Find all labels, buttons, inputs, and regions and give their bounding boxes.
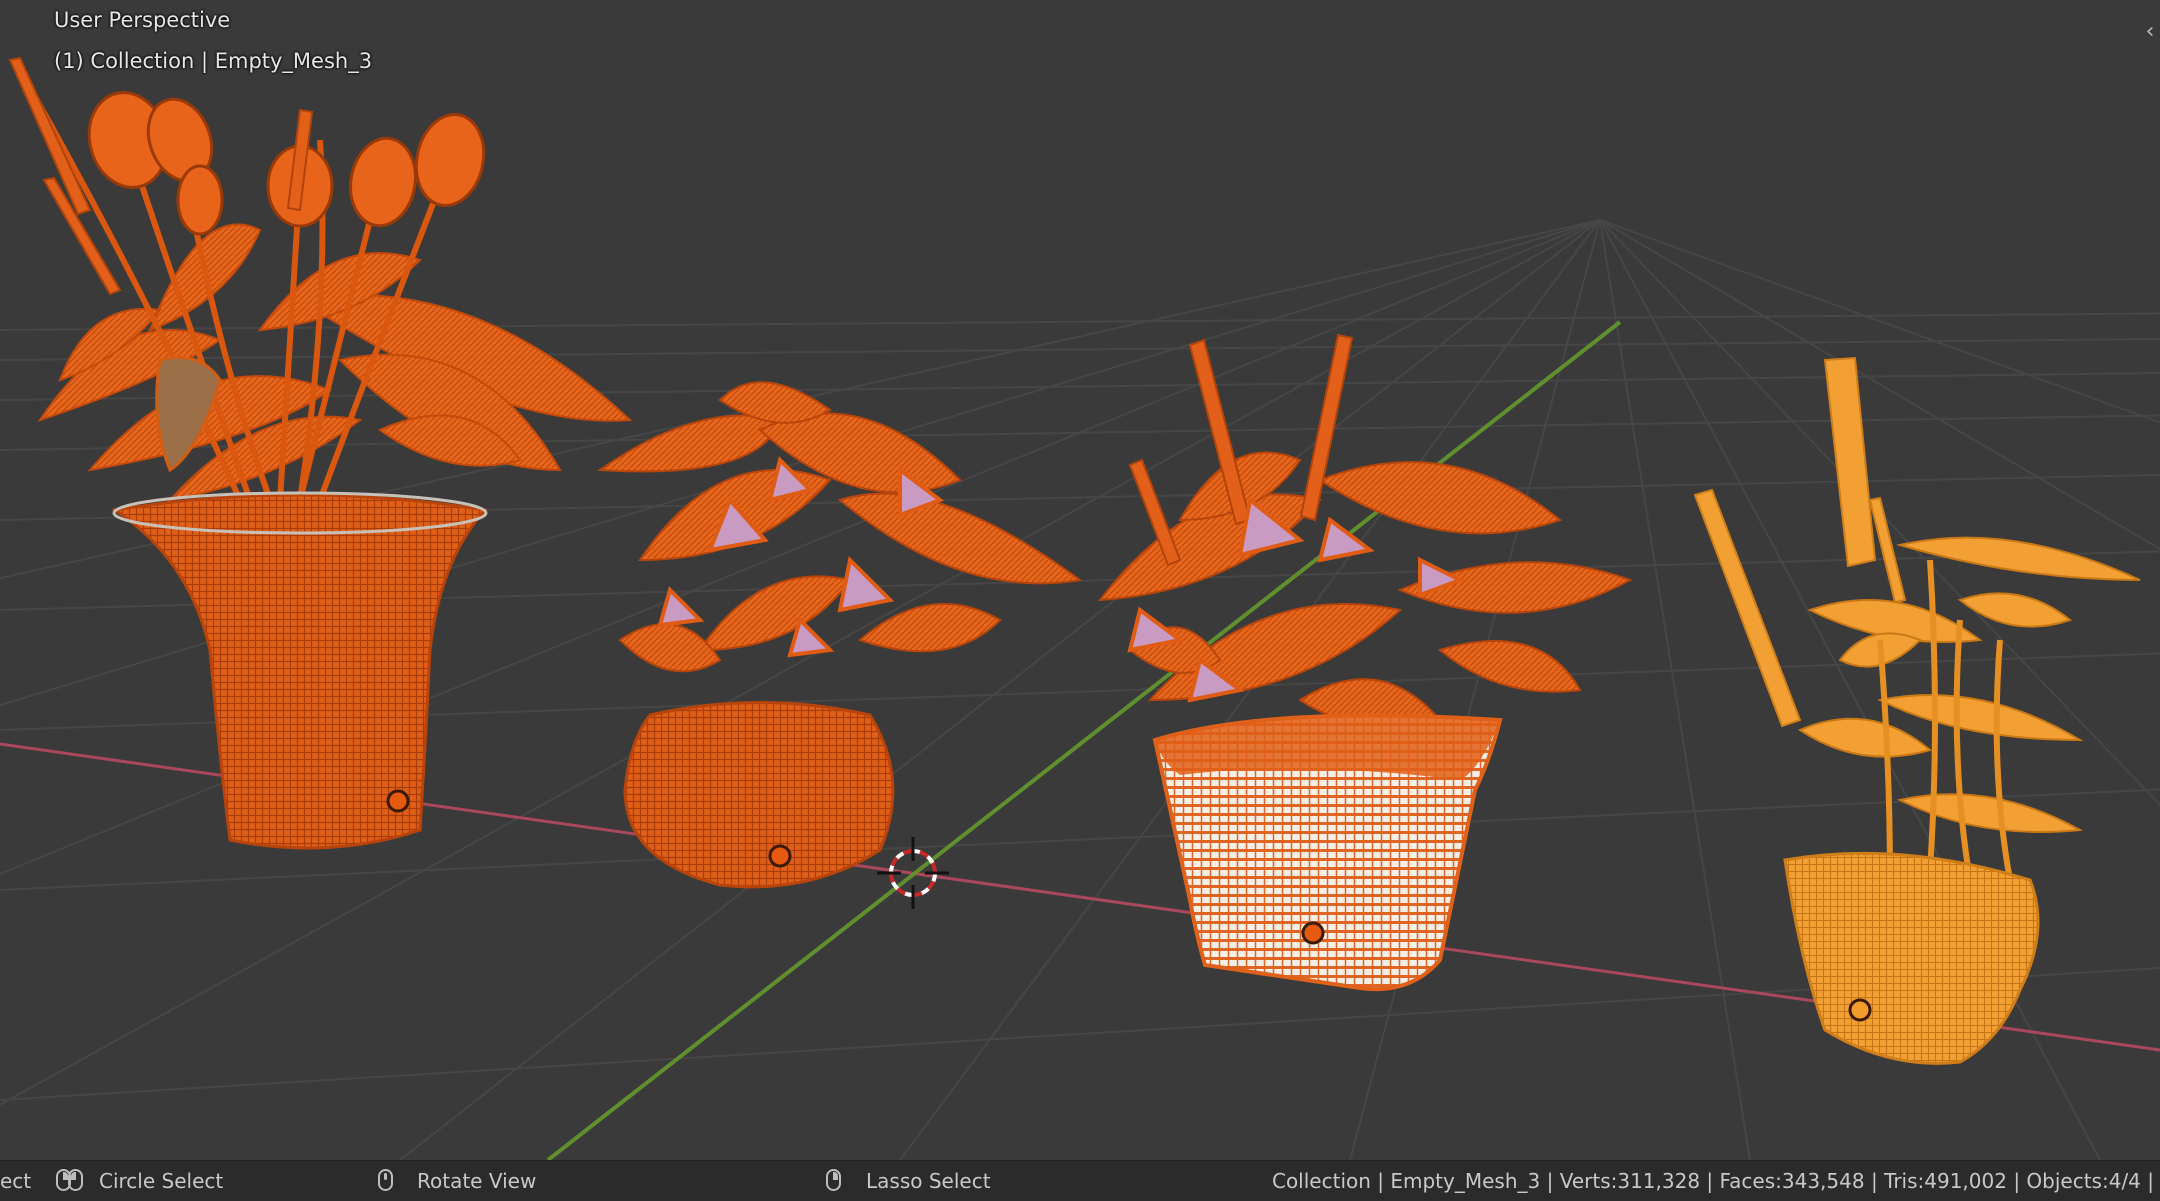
round-basket-origin [768, 844, 792, 868]
round-basket-flowers [597, 381, 1083, 673]
circle-select-hint-label: Circle Select [99, 1169, 224, 1193]
lavender-spikes-left [8, 56, 314, 296]
round-basket-pot [623, 701, 895, 889]
tulip-bouquet-origin [386, 789, 410, 813]
mouse-left-icon [68, 1169, 83, 1191]
tulip-bouquet-basket[interactable] [8, 56, 633, 850]
lavender-basket-active[interactable] [1693, 356, 2141, 1065]
tulip-bouquet-pot [110, 493, 488, 850]
round-flower-basket[interactable] [597, 381, 1083, 889]
active-collection-label: (1) Collection | Empty_Mesh_3 [54, 49, 373, 73]
square-basket-origin [1301, 921, 1325, 945]
status-bar: ect Circle Select Rotate View Lasso Sele… [0, 1160, 2160, 1201]
lavender-basket-spikes [1693, 356, 1907, 728]
scene-statistics: Collection | Empty_Mesh_3 | Verts:311,32… [1271, 1169, 2154, 1193]
lasso-select-hint-label: Lasso Select [866, 1169, 991, 1193]
view-perspective-label: User Perspective [54, 8, 231, 32]
grid-line [399, 219, 1601, 1160]
grid-line [899, 219, 1601, 1160]
rotate-view-hint-label: Rotate View [417, 1169, 537, 1193]
lavender-basket-pot [1783, 851, 2040, 1065]
scene-canvas[interactable] [0, 0, 2160, 1160]
3d-viewport[interactable]: User Perspective (1) Collection | Empty_… [0, 0, 2160, 1160]
square-flower-basket[interactable] [1097, 333, 1633, 992]
mouse-middle-icon [378, 1169, 393, 1191]
square-basket-flowers [1097, 451, 1633, 728]
lavender-basket-leaves [1797, 536, 2141, 833]
grid-line [0, 338, 2160, 361]
sidebar-collapse-chevron-icon[interactable]: ‹ [2140, 14, 2160, 50]
mouse-right-icon [826, 1169, 841, 1191]
lavender-basket-origin [1848, 998, 1872, 1022]
select-hint-label: ect [0, 1169, 32, 1193]
